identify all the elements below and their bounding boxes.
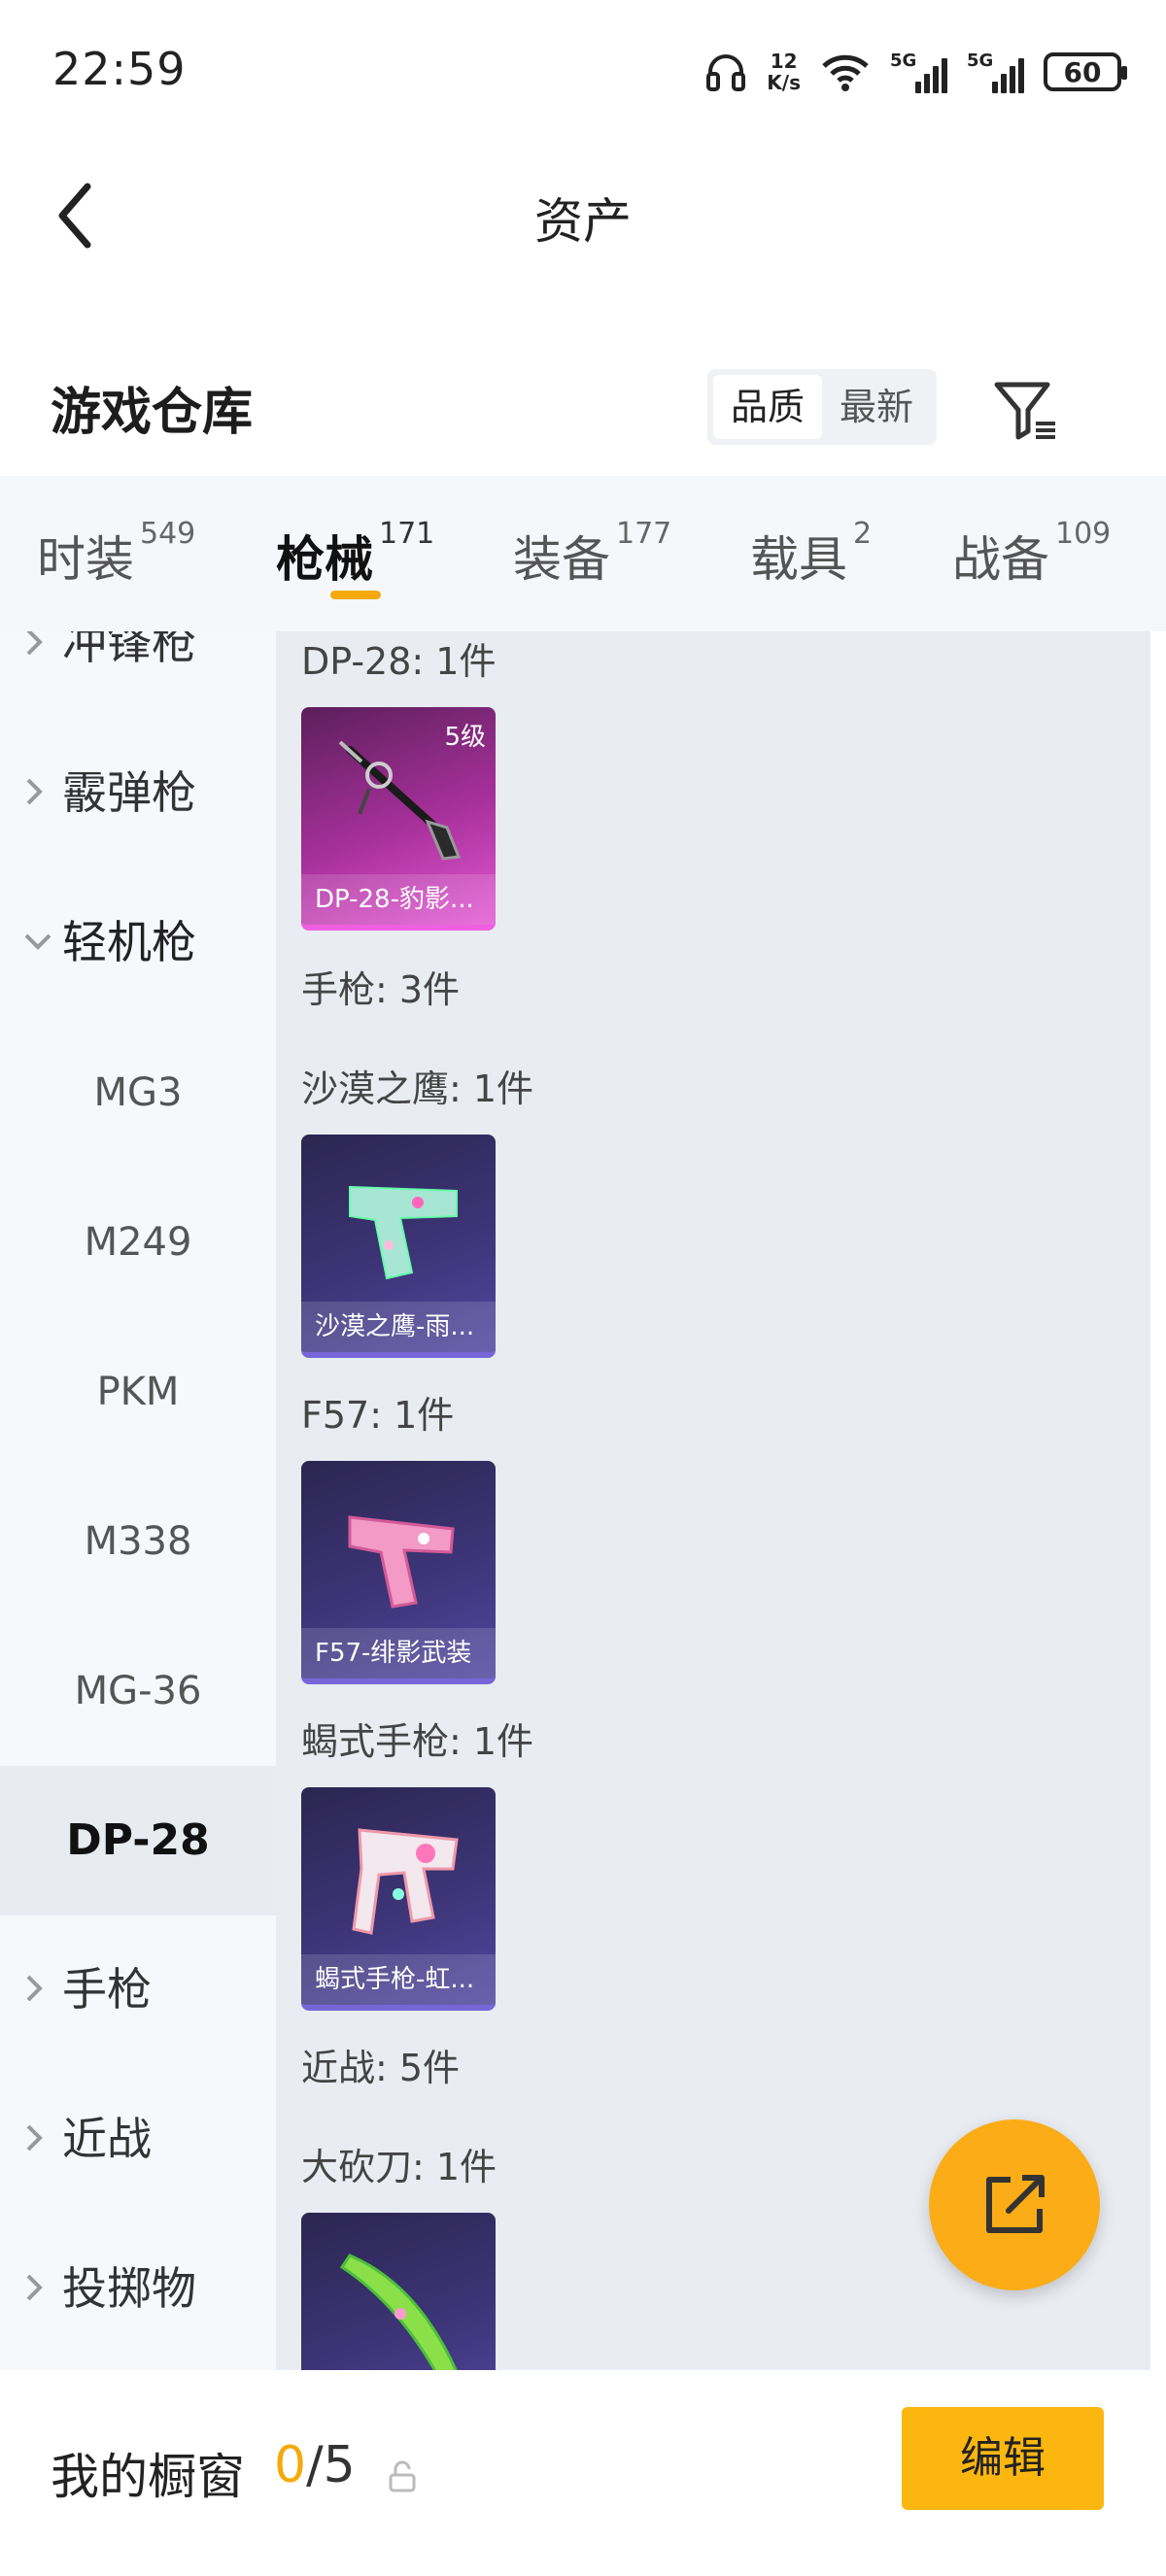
page-title: 资产: [534, 193, 632, 250]
item-name: DP-28-豹影...: [301, 874, 496, 925]
sidebar-subitem-pkm[interactable]: PKM: [0, 1317, 276, 1467]
group-heading-f57: F57: 1件: [301, 1394, 455, 1437]
sidebar-subitem-m249[interactable]: M249: [0, 1168, 276, 1317]
showcase-total: /5: [306, 2436, 356, 2494]
pistol-icon: [348, 1515, 455, 1609]
app-header: 资产: [0, 146, 1166, 282]
tab-label: 装备: [513, 531, 610, 588]
tab-fashion[interactable]: 时装 549: [37, 517, 195, 591]
tab-vehicles[interactable]: 载具 2: [750, 517, 872, 591]
sort-option-latest[interactable]: 最新: [822, 375, 931, 439]
category-tabs: 时装 549 枪械 171 装备 177 载具 2 战备 109: [0, 476, 1166, 631]
tab-label: 枪械: [276, 531, 373, 588]
network-speed-unit: K/s: [767, 71, 801, 94]
sidebar-subitem-m338[interactable]: M338: [0, 1467, 276, 1616]
sidebar-item-label: 轻机枪: [62, 916, 196, 968]
tab-label: 战备: [952, 531, 1049, 588]
network-speed-value: 12: [770, 50, 798, 73]
headset-icon: [706, 54, 746, 91]
signal-1-label: 5G: [890, 51, 917, 71]
item-list: DP-28: 1件 5级 DP-28-豹影... 手枪: 3件 沙漠之鹰: 1件…: [276, 631, 1150, 2370]
sidebar-item-smg[interactable]: 冲锋枪: [0, 631, 276, 719]
network-speed: 12 K/s: [767, 51, 801, 93]
sidebar-item-pistol[interactable]: 手枪: [0, 1915, 276, 2065]
sidebar-item-melee[interactable]: 近战: [0, 2065, 276, 2215]
group-heading-melee: 近战: 5件: [301, 2047, 461, 2089]
tab-count: 549: [140, 517, 196, 551]
wifi-icon: [822, 54, 869, 91]
item-card-f57[interactable]: F57-绯影武装: [301, 1461, 496, 1684]
item-card-dp28[interactable]: 5级 DP-28-豹影...: [301, 707, 496, 931]
active-tab-indicator: [330, 591, 381, 599]
weapon-category-sidebar: 冲锋枪 霰弹枪 轻机枪 MG3 M249 PKM M338 MG-36 DP-2…: [0, 631, 276, 2370]
chevron-right-icon: [26, 2124, 43, 2152]
signal-2: 5G: [967, 51, 1024, 93]
showcase-bar: 我的橱窗 0/5 编辑: [0, 2370, 1166, 2576]
share-icon: [986, 2175, 1045, 2233]
sidebar-subitem-mg3[interactable]: MG3: [0, 1018, 276, 1168]
tab-count: 2: [853, 517, 873, 551]
group-heading-machete: 大砍刀: 1件: [301, 2146, 497, 2188]
group-heading-scorpion: 蝎式手枪: 1件: [301, 1720, 534, 1763]
sidebar-item-throwable[interactable]: 投掷物: [0, 2215, 276, 2364]
machete-icon: [339, 2254, 458, 2370]
sidebar-subitem-dp28[interactable]: DP-28: [0, 1766, 276, 1915]
sidebar-item-label: 投掷物: [62, 2262, 196, 2315]
machine-gun-icon: [338, 740, 462, 861]
chevron-right-icon: [26, 1975, 43, 2002]
item-name: F57-绯影武装: [301, 1628, 496, 1678]
sort-toggle: 品质 最新: [707, 369, 938, 445]
smg-pistol-icon: [352, 1828, 459, 1935]
group-heading-deagle: 沙漠之鹰: 1件: [301, 1068, 534, 1110]
sidebar-item-shotgun[interactable]: 霰弹枪: [0, 719, 276, 868]
sidebar-item-label: 手枪: [62, 1963, 152, 2016]
tab-supplies[interactable]: 战备 109: [952, 517, 1111, 591]
pistol-icon: [349, 1185, 458, 1280]
tab-label: 载具: [750, 531, 847, 588]
signal-2-label: 5G: [967, 51, 994, 71]
item-name: 蝎式手枪-虹...: [301, 1954, 496, 2005]
tab-count: 177: [616, 517, 672, 551]
sidebar-subitem-mg36[interactable]: MG-36: [0, 1616, 276, 1766]
edit-button[interactable]: 编辑: [902, 2407, 1104, 2510]
showcase-current: 0: [274, 2436, 307, 2494]
item-name: 沙漠之鹰-雨...: [301, 1302, 496, 1352]
tab-label: 时装: [37, 531, 134, 588]
chevron-right-icon: [26, 631, 43, 656]
sidebar-item-label: 近战: [62, 2113, 152, 2165]
chevron-right-icon: [26, 778, 43, 805]
group-heading-pistol: 手枪: 3件: [301, 968, 461, 1011]
group-heading-dp28: DP-28: 1件: [301, 640, 497, 683]
status-time: 22:59: [52, 43, 187, 95]
tab-count: 109: [1055, 517, 1112, 551]
sort-option-quality[interactable]: 品质: [713, 375, 823, 439]
status-bar: 22:59 12 K/s 5G 5G 60: [0, 0, 1166, 146]
sidebar-item-label: 霰弹枪: [62, 766, 196, 819]
signal-1: 5G: [890, 51, 947, 93]
warehouse-section: 游戏仓库 品质 最新: [0, 350, 1166, 466]
status-icons: 12 K/s 5G 5G 60: [704, 45, 1127, 99]
sidebar-item-lmg[interactable]: 轻机枪: [0, 868, 276, 1018]
share-button[interactable]: [929, 2119, 1100, 2290]
tab-equipment[interactable]: 装备 177: [513, 517, 671, 591]
chevron-right-icon: [26, 2274, 43, 2301]
sidebar-item-label: 冲锋枪: [62, 631, 196, 669]
section-title: 游戏仓库: [51, 384, 254, 442]
tab-count: 171: [379, 517, 435, 551]
lock-icon: [389, 2460, 416, 2492]
item-card-deagle[interactable]: 沙漠之鹰-雨...: [301, 1135, 496, 1358]
showcase-count: 0/5: [274, 2436, 356, 2494]
battery-level: 60: [1063, 55, 1102, 88]
tab-firearms[interactable]: 枪械 171: [276, 517, 434, 591]
chevron-down-icon: [24, 933, 51, 950]
showcase-label: 我的橱窗: [51, 2449, 245, 2505]
item-card-scorpion[interactable]: 蝎式手枪-虹...: [301, 1787, 496, 2011]
battery-icon: 60: [1044, 52, 1127, 91]
item-card-machete[interactable]: [301, 2213, 496, 2370]
filter-icon[interactable]: [991, 375, 1061, 445]
